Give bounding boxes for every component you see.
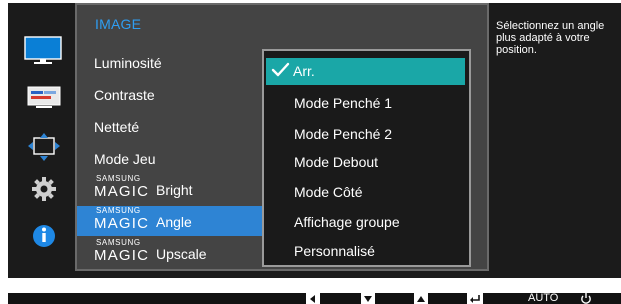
down-button[interactable] xyxy=(359,293,377,304)
magic-brand-label: MAGIC xyxy=(94,247,150,264)
magic-bright-label: Bright xyxy=(156,182,193,198)
submenu-item-lean-mode-1[interactable]: Mode Penché 1 xyxy=(294,93,392,113)
menu-title: IMAGE xyxy=(95,16,142,32)
menu-item-sharpness[interactable]: Netteté xyxy=(94,115,139,139)
magic-upscale-label: Upscale xyxy=(156,246,207,262)
enter-button[interactable] xyxy=(465,293,485,304)
power-button[interactable] xyxy=(578,293,594,304)
help-description: Sélectionnez un angle plus adapté à votr… xyxy=(496,20,605,56)
left-arrow-icon xyxy=(306,293,320,304)
sidebar-item-information[interactable] xyxy=(22,219,66,253)
checkmark-icon xyxy=(271,62,290,77)
magic-brand-label: MAGIC xyxy=(94,215,150,232)
samsung-brand-label: SAMSUNG xyxy=(96,206,141,215)
sidebar-item-picture[interactable] xyxy=(22,33,66,67)
samsung-brand-label: SAMSUNG xyxy=(96,238,141,247)
power-icon xyxy=(581,293,591,304)
picture-monitor-icon xyxy=(24,36,62,64)
menu-item-contrast[interactable]: Contraste xyxy=(94,83,155,107)
up-arrow-icon xyxy=(414,293,428,304)
sidebar-item-settings[interactable] xyxy=(22,172,66,206)
sidebar-item-screen[interactable] xyxy=(22,130,66,164)
submenu-item-off[interactable]: Arr. xyxy=(293,61,315,81)
menu-item-brightness[interactable]: Luminosité xyxy=(94,51,162,75)
submenu-item-standing-mode[interactable]: Mode Debout xyxy=(294,152,378,172)
magic-brand-label: MAGIC xyxy=(94,183,150,200)
color-adjust-icon xyxy=(27,86,61,108)
samsung-brand-label: SAMSUNG xyxy=(96,174,141,183)
auto-button[interactable]: AUTO xyxy=(528,293,558,304)
left-button[interactable] xyxy=(304,293,322,304)
screen-size-icon xyxy=(28,133,60,161)
sidebar-item-color[interactable] xyxy=(22,80,66,114)
submenu-item-group-view[interactable]: Affichage groupe xyxy=(294,212,400,232)
enter-icon xyxy=(467,293,483,304)
submenu-item-custom[interactable]: Personnalisé xyxy=(294,241,375,261)
submenu-item-side-mode[interactable]: Mode Côté xyxy=(294,182,362,202)
down-arrow-icon xyxy=(361,293,375,304)
settings-gear-icon xyxy=(32,177,56,201)
information-icon xyxy=(33,225,55,247)
magic-angle-label: Angle xyxy=(156,214,192,230)
menu-item-game-mode[interactable]: Mode Jeu xyxy=(94,147,155,171)
up-button[interactable] xyxy=(412,293,430,304)
submenu-item-lean-mode-2[interactable]: Mode Penché 2 xyxy=(294,124,392,144)
